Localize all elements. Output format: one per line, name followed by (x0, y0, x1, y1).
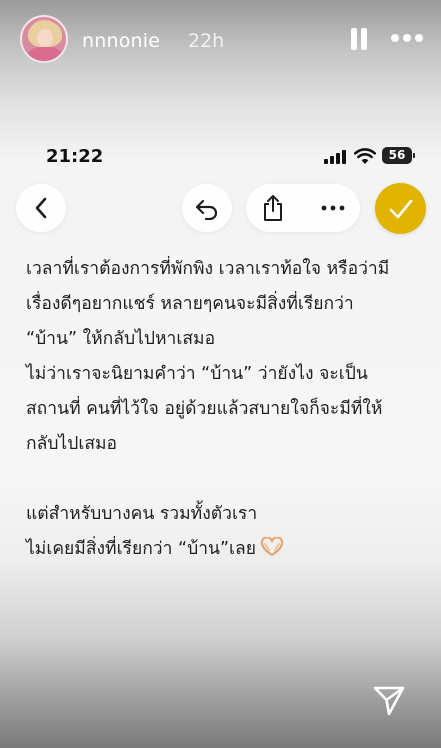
notes-toolbar (0, 183, 441, 234)
undo-icon (195, 199, 218, 220)
note-line: ไม่ว่าเราจะนิยามคำว่า “บ้าน” ว่ายังไง จะ… (26, 364, 368, 384)
note-line: สถานที่ คนที่ไว้ใจ อยู่ด้วยแล้วสบายใจก็จ… (26, 399, 383, 419)
ellipsis-icon (321, 205, 345, 211)
undo-button[interactable] (182, 184, 232, 232)
battery-indicator: 56 (382, 147, 415, 164)
more-options-button[interactable] (306, 184, 360, 232)
note-line: “บ้าน” ให้กลับไปหาเสมอ (26, 329, 216, 349)
note-line: เวลาที่เราต้องการที่พักพิง เวลาเราท้อใจ … (26, 259, 390, 279)
cellular-signal-icon (324, 150, 348, 164)
actions-group (246, 184, 360, 232)
avatar[interactable] (20, 15, 68, 63)
back-button[interactable] (16, 184, 66, 232)
status-clock: 21:22 (46, 146, 104, 167)
heart-hands-icon (260, 537, 284, 557)
more-horizontal-icon[interactable] (391, 32, 423, 44)
chevron-left-icon (35, 197, 47, 219)
note-line-last: ไม่เคยมีสิ่งที่เรียกว่า “บ้าน”เลย (26, 532, 425, 567)
pause-icon[interactable] (349, 28, 369, 50)
note-line: กลับไปเสมอ (26, 434, 118, 454)
send-icon[interactable] (372, 684, 406, 718)
phone-status-bar: 21:22 56 (0, 146, 441, 172)
story-header: nnnonie 22h (20, 12, 423, 63)
note-line: เรื่องดีๆอยากแชร์ หลายๆคนจะมีสิ่งที่เรีย… (26, 294, 354, 314)
note-line-text: ไม่เคยมีสิ่งที่เรียกว่า “บ้าน”เลย (26, 539, 257, 559)
note-line: แต่สำหรับบางคน รวมทั้งตัวเรา (26, 504, 258, 524)
done-button[interactable] (375, 183, 426, 234)
story-timestamp: 22h (188, 30, 225, 52)
wifi-icon (354, 148, 376, 164)
share-icon (264, 195, 282, 221)
checkmark-icon (389, 199, 412, 218)
username[interactable]: nnnonie (82, 30, 160, 52)
note-body[interactable]: เวลาที่เราต้องการที่พักพิง เวลาเราท้อใจ … (26, 252, 425, 567)
share-button[interactable] (246, 184, 300, 232)
